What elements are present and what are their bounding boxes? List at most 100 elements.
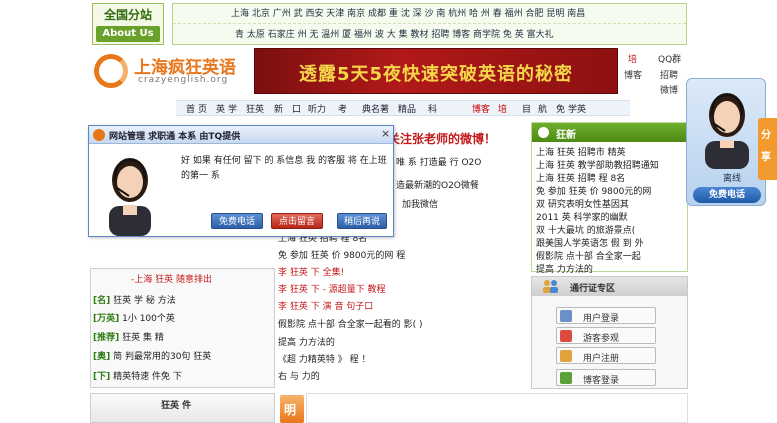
leave-message-button[interactable]: 点击留言 [271, 213, 323, 229]
list-item[interactable]: 免 参加 狂英 价 9800元的网 程 [278, 248, 528, 264]
news-panel: 狂新 上海 狂英 招聘市 精英 上海 狂英 教学部助教招聘通知 上海 狂英 招聘… [531, 122, 688, 275]
weibo-headline[interactable]: 关注张老师的微博！ [388, 130, 528, 147]
item-text[interactable]: 狂英 学 秘 方法 [113, 296, 176, 306]
logo-en-text: crazyenglish.org [138, 75, 229, 85]
list-item[interactable]: 提高 力方法的 [278, 335, 528, 351]
list-item[interactable]: [万英] 1小 100个英 [93, 311, 273, 324]
list-item[interactable]: [名] 狂英 学 秘 方法 [93, 293, 273, 306]
item-tag: [名] [93, 296, 111, 306]
nav-item[interactable]: 典名著 [362, 102, 389, 115]
nav-item[interactable]: 精品 [398, 102, 416, 115]
pass-zone-panel: 通行证专区 用户登录 游客参观 用户注册 博客登录 [531, 276, 688, 389]
nav-item[interactable]: 首 [186, 102, 195, 115]
software-panel-title: 狂英 件 [161, 401, 192, 411]
item-text[interactable]: 狂英 集 精 [122, 333, 164, 343]
nav-item[interactable]: 听力 [308, 102, 326, 115]
news-item[interactable]: 假影院 点十部 合全家一起 [536, 249, 686, 262]
blog-login-label: 博客登录 [583, 376, 620, 386]
news-item[interactable]: 双 研究表明女性基因其 [536, 197, 686, 210]
list-item[interactable]: [奥] 简 判最常用的30句 狂英 [93, 349, 273, 362]
nav-item[interactable]: 免 [556, 102, 565, 115]
nav-item-training[interactable]: 培 [498, 102, 507, 115]
left-ranking-panel: -上海 狂英 随意排出 [名] 狂英 学 秘 方法 [万英] 1小 100个英 … [90, 268, 275, 388]
popup-message: 好 如果 有任何 留下 的 系信息 我 的客服 将 在上班的第一 系 [181, 156, 387, 181]
nav-item[interactable]: 目 [522, 102, 531, 115]
share-char-1: 分 [761, 130, 771, 141]
link-qq-group[interactable]: QQ群 [658, 52, 681, 65]
news-item[interactable]: 上海 狂英 招聘 程 8名 [536, 171, 686, 184]
nav-item[interactable]: 考 [338, 102, 347, 115]
logo-swirl-icon [94, 54, 128, 88]
link-training[interactable]: 培 [628, 52, 637, 65]
guest-visit-button[interactable]: 游客参观 [556, 327, 656, 344]
banner-text: 透露5天5夜快速突破英语的秘密 [298, 64, 574, 85]
nav-item[interactable]: 页 [198, 102, 207, 115]
promo-banner[interactable]: 透露5天5夜快速突破英语的秘密 [254, 48, 618, 94]
nav-item[interactable]: 新 [274, 102, 283, 115]
list-item[interactable]: 右 与 力的 [278, 369, 528, 385]
news-item[interactable]: 上海 狂英 教学部助教招聘通知 [536, 158, 686, 171]
user-login-label: 用户登录 [583, 314, 620, 324]
list-item[interactable]: 李 狂英 下 演 音 句子口 [278, 299, 528, 315]
bottom-content-area [306, 393, 688, 423]
nav-item[interactable]: 口 [292, 102, 301, 115]
later-button[interactable]: 稍后再说 [337, 213, 387, 229]
news-item[interactable]: 跟美国人学英语怎 假 到 外 [536, 236, 686, 249]
item-text[interactable]: 简 判最常用的30句 狂英 [113, 352, 211, 362]
nav-item[interactable]: 学 [228, 102, 237, 115]
link-jobs[interactable]: 招聘 [660, 68, 678, 81]
nav-item[interactable]: 科 [428, 102, 437, 115]
list-item[interactable]: 李 狂英 下 - 源超量下 教程 [278, 282, 528, 298]
list-item[interactable]: [下] 精英特速 件免 下 [93, 369, 273, 382]
item-tag: [万英] [93, 314, 120, 324]
link-blog[interactable]: 博客 [624, 68, 642, 81]
chat-invite-popup: 网站管理 求职通 本系 由TQ提供 × 好 如果 有任何 留下 的 系信息 我 … [88, 125, 394, 237]
ming-tab[interactable]: 明 [280, 395, 304, 423]
close-icon[interactable]: × [381, 127, 390, 140]
user-register-button[interactable]: 用户注册 [556, 347, 656, 364]
link-weibo[interactable]: 微博 [660, 83, 678, 96]
about-us-button[interactable]: About Us [96, 26, 160, 42]
tq-logo-icon [93, 129, 105, 141]
blog-login-button[interactable]: 博客登录 [556, 369, 656, 386]
list-item[interactable]: 《超 力精英特 》 程 ！ [278, 352, 528, 368]
nav-item[interactable]: 英 [216, 102, 225, 115]
city-row-1[interactable]: 上海 北京 广州 武 西安 天津 南京 成都 重 沈 深 沙 南 杭州 哈 州 … [173, 4, 686, 24]
city-row-2[interactable]: 青 太原 石家庄 州 无 溫州 厦 福州 波 大 集 教材 招聘 博客 商学院 … [173, 25, 686, 45]
service-status: 离线 [723, 174, 742, 184]
free-call-button[interactable]: 免费电话 [211, 213, 263, 229]
main-nav: 首 页 英 学 狂英 新 口 听力 考 典名著 精品 科 博客 培 目 航 免 … [176, 100, 630, 116]
list-item[interactable]: 假影院 点十部 合全家一起看的 影( ) [278, 317, 528, 333]
nav-item-blog[interactable]: 博客 [472, 102, 490, 115]
item-text[interactable]: 精英特速 件免 下 [113, 372, 182, 382]
blog-icon [560, 372, 572, 384]
branch-box[interactable]: 全国分站 About Us [92, 3, 164, 45]
list-item[interactable]: 李 狂英 下 全集! [278, 265, 528, 281]
service-free-call-button[interactable]: 免费电话 [693, 187, 761, 203]
nav-item[interactable]: 狂英 [246, 102, 264, 115]
ming-label: 明 [284, 403, 297, 417]
site-logo[interactable]: 上海疯狂英语 crazyenglish.org [94, 52, 246, 90]
nav-item[interactable]: 学英 [568, 102, 586, 115]
news-item[interactable]: 上海 狂英 招聘市 精英 [536, 145, 686, 158]
share-tab[interactable]: 分 享 [758, 118, 777, 180]
register-icon [560, 350, 572, 362]
item-text[interactable]: 1小 100个英 [122, 314, 175, 324]
list-item[interactable]: [推荐] 狂英 集 精 [93, 330, 273, 343]
users-icon [543, 280, 558, 293]
news-item[interactable]: 双 十大最坑 的旅游景点( [536, 223, 686, 236]
news-item[interactable]: 提高 力方法的 [536, 262, 686, 275]
news-item[interactable]: 2011 英 科学家的幽默 [536, 210, 686, 223]
user-icon [560, 310, 572, 322]
pass-zone-title: 通行证专区 [570, 284, 616, 294]
online-service-widget[interactable]: 离线 免费电话 [686, 78, 766, 206]
user-login-button[interactable]: 用户登录 [556, 307, 656, 324]
bullet-icon [538, 127, 549, 138]
branch-title[interactable]: 全国分站 [93, 6, 163, 23]
news-panel-header: 狂新 [532, 123, 687, 142]
city-links: 上海 北京 广州 武 西安 天津 南京 成都 重 沈 深 沙 南 杭州 哈 州 … [172, 3, 687, 45]
guest-visit-label: 游客参观 [583, 334, 620, 344]
share-char-2: 享 [761, 152, 771, 163]
news-item[interactable]: 免 参加 狂英 价 9800元的网 [536, 184, 686, 197]
nav-item[interactable]: 航 [538, 102, 547, 115]
